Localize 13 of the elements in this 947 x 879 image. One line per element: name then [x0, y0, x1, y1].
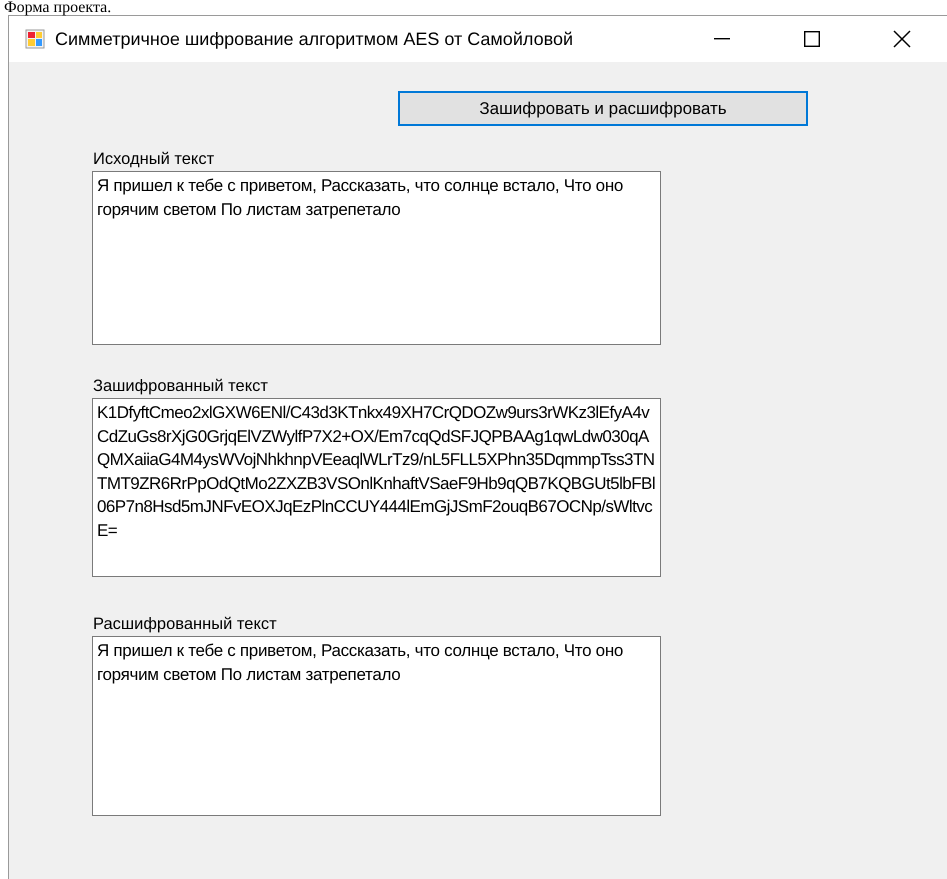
maximize-icon [804, 31, 820, 47]
field-label: Расшифрованный текст [93, 615, 278, 634]
text-area[interactable]: Я пришел к тебе с приветом, Рассказать, что солнце встало, Что оно горячим светом По листам затрепетало [92, 171, 661, 345]
close-icon [893, 30, 911, 48]
caption-text: Форма проекта. [3, 0, 112, 15]
text-area[interactable]: K1DfyftCmeo2xlGXW6ENl/C43d3KTnkx49XH7CrQDOZw9urs3rWKz3lEfyA4vCdZuGs8rXjG0GrjqElVZWylfP7X2+OX/Em7cqQdSFJQPBAAg1qwLdw030qAQMXaiiaG4M4ysWVojNhkhnpVEeaqlWLrTz9/nL5FLL5XPhn35DqmmpTss3TNTMT9ZR6RrPpOdQtMo2ZXZB3VSOnlKnhaftVSaeF9Hb9qQB7KQBGUt5lbFBl06P7n8Hsd5mJNFvEOXJqEzPlnCCUY444lEmGjJSmF2ouqB67OCNp/sWltvcE= [92, 398, 661, 577]
encrypt-decrypt-button[interactable]: Зашифровать и расшифровать [398, 91, 808, 126]
text-area[interactable]: Я пришел к тебе с приветом, Рассказать, что солнце встало, Что оно горячим светом По листам затрепетало [92, 636, 661, 816]
app-icon [25, 29, 45, 49]
window-title: Симметричное шифрование алгоритмом AES от Самойловой [55, 28, 574, 50]
field-label: Исходный текст [93, 150, 216, 169]
minimize-icon [714, 38, 730, 40]
field-label: Зашифрованный текст [93, 377, 269, 396]
